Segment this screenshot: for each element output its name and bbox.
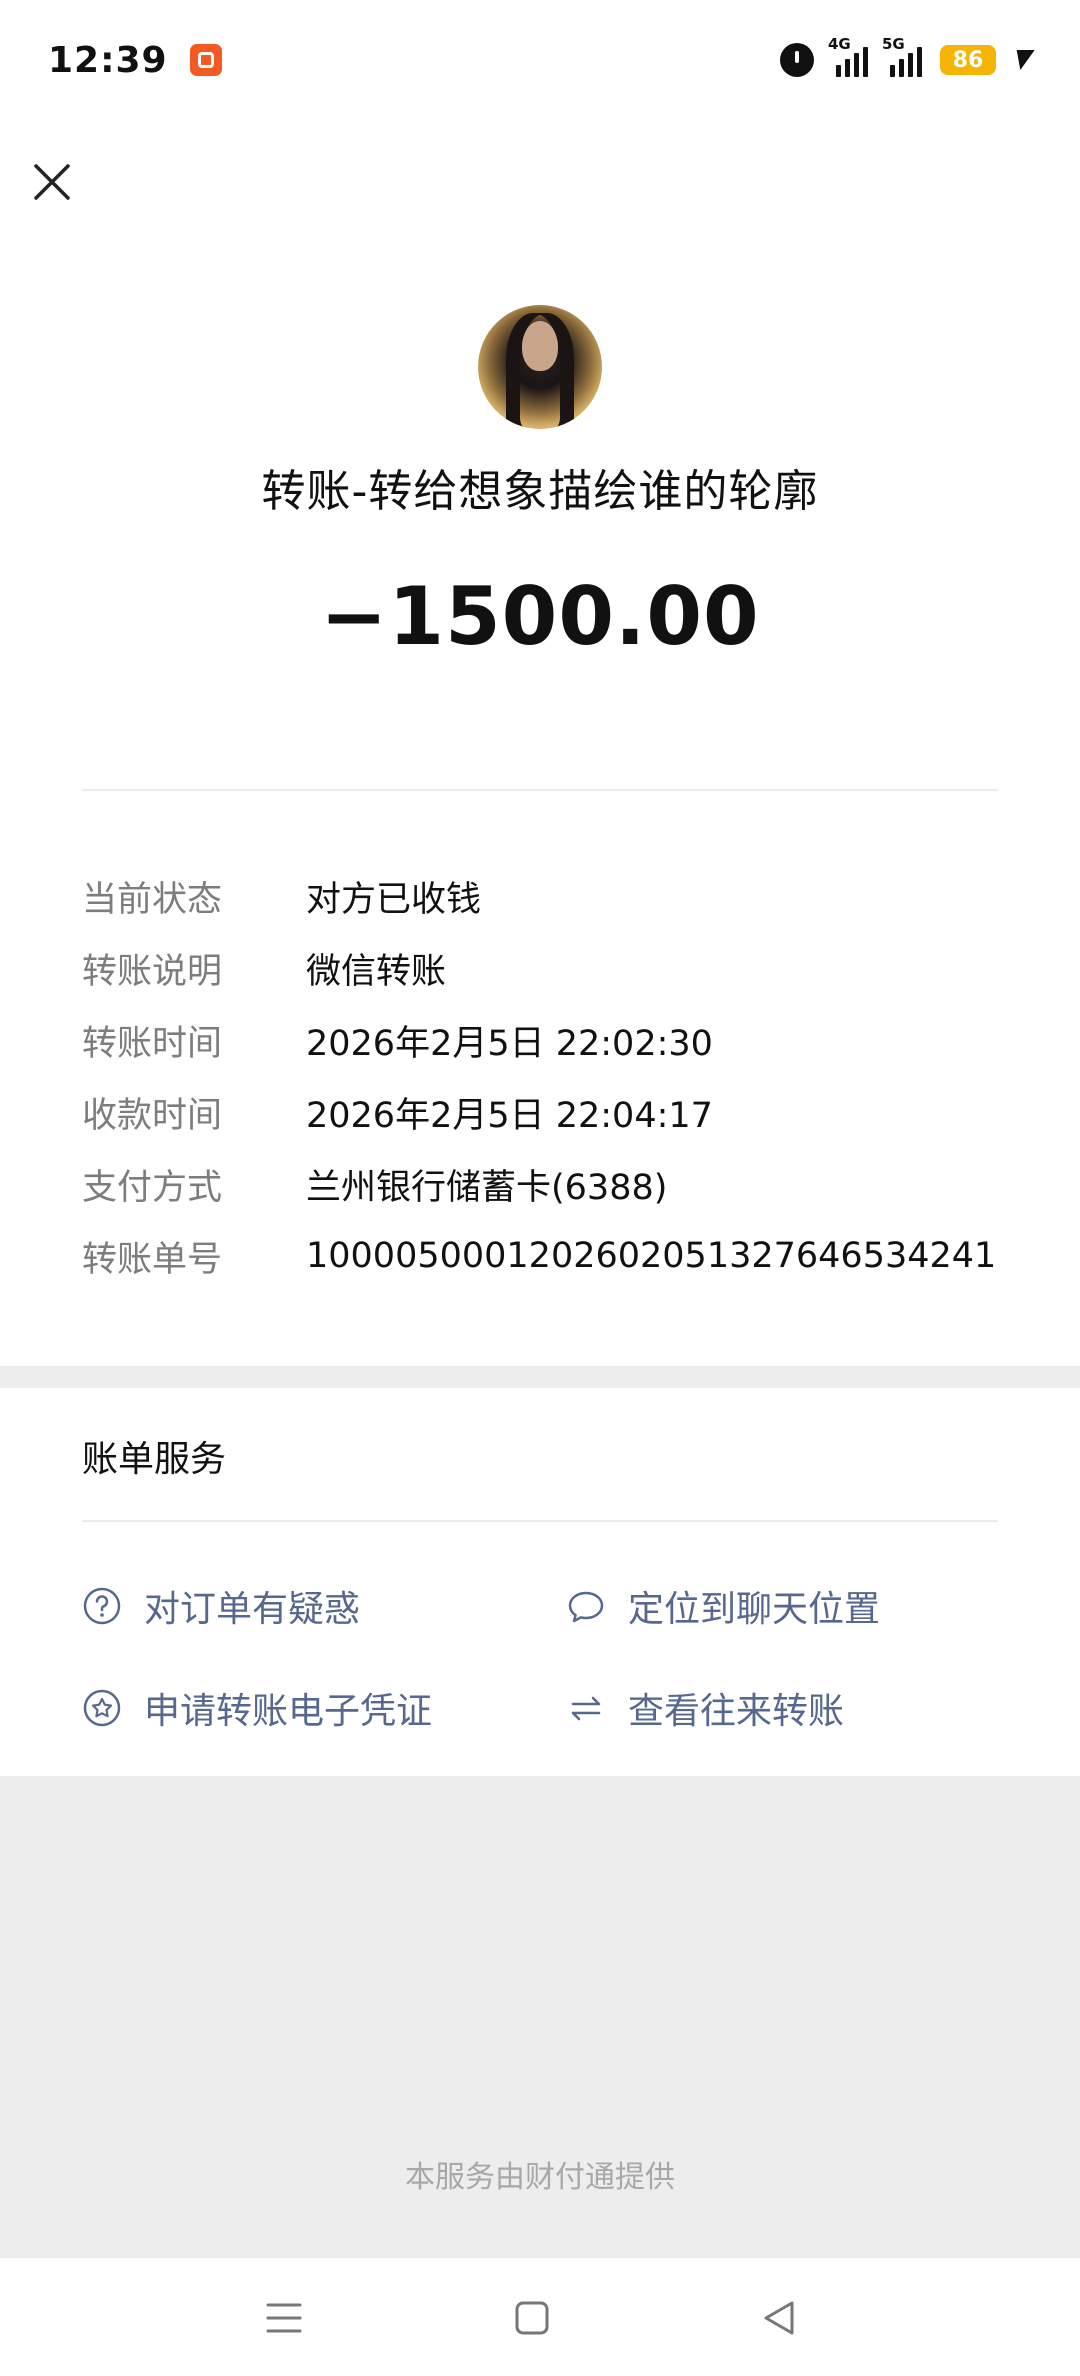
- transaction-title: 转账-转给想象描绘谁的轮廓: [261, 466, 819, 517]
- detail-value: 对方已收钱: [306, 879, 482, 920]
- transaction-card: 转账-转给想象描绘谁的轮廓 −1500.00 当前状态 对方已收钱 转账说明 微…: [0, 120, 1080, 1366]
- divider: [82, 1520, 998, 1522]
- section-gap: [0, 1366, 1080, 1388]
- recent-apps-button[interactable]: [254, 2288, 314, 2348]
- close-icon: [34, 164, 70, 200]
- detail-row-order-number: 转账单号 100005000120260205132764653424​1: [82, 1220, 998, 1292]
- svc-label: 申请转账电子凭证: [144, 1691, 433, 1732]
- signal-5g-icon: 5G: [882, 35, 922, 77]
- detail-value: 2026年2月5日 22:02:30: [306, 1023, 713, 1064]
- divider: [82, 789, 998, 791]
- svc-label: 查看往来转账: [628, 1691, 845, 1732]
- home-square-icon: [515, 2301, 549, 2335]
- order-question-link[interactable]: 对订单有疑惑: [82, 1580, 360, 1632]
- detail-list: 当前状态 对方已收钱 转账说明 微信转账 转账时间 2026年2月5日 22:0…: [82, 860, 998, 1292]
- detail-value: 2026年2月5日 22:04:17: [306, 1095, 713, 1136]
- battery-icon: 86: [940, 45, 996, 75]
- recipient-avatar: [478, 305, 602, 429]
- status-right: 4G 5G 86: [780, 35, 1035, 77]
- detail-label: 当前状态: [82, 879, 223, 920]
- detail-value: 兰州银行储蓄卡(6388): [306, 1167, 668, 1208]
- menu-icon: [266, 2303, 302, 2333]
- close-button[interactable]: [26, 156, 78, 208]
- home-button[interactable]: [502, 2288, 562, 2348]
- chat-bubble-icon: [566, 1586, 606, 1626]
- locate-chat-link[interactable]: 定位到聊天位置: [566, 1580, 880, 1632]
- swap-arrows-icon: [566, 1688, 606, 1728]
- alarm-icon: [780, 43, 814, 77]
- status-time: 12:39: [48, 39, 168, 81]
- net-5g-label: 5G: [882, 35, 905, 53]
- provider-footer: 本服务由财付通提供: [405, 2160, 675, 2195]
- svc-label: 定位到聊天位置: [628, 1589, 881, 1630]
- signal-4g-icon: 4G: [828, 35, 868, 77]
- svc-label: 对订单有疑惑: [144, 1589, 361, 1630]
- back-button[interactable]: [750, 2288, 810, 2348]
- bill-detail-page: 12:39 4G 5G 86 转账-转给想象描绘谁的轮廓 −1500.00 当前…: [0, 0, 1080, 2376]
- star-circle-icon: [82, 1688, 122, 1728]
- detail-label: 支付方式: [82, 1167, 223, 1208]
- app-badge-icon: [189, 44, 222, 76]
- detail-row-payment-method: 支付方式 兰州银行储蓄卡(6388): [82, 1148, 998, 1220]
- charging-bolt-icon: [1011, 50, 1035, 70]
- detail-row-note: 转账说明 微信转账: [82, 932, 998, 1004]
- detail-label: 转账时间: [82, 1023, 223, 1064]
- transaction-amount: −1500.00: [320, 570, 760, 663]
- detail-label: 收款时间: [82, 1095, 223, 1136]
- bill-services-card: 账单服务 对订单有疑惑 定位到聊天位置 申请转账电子凭证 查看往来转账: [0, 1388, 1080, 1776]
- net-4g-label: 4G: [828, 35, 851, 53]
- question-circle-icon: [82, 1586, 122, 1626]
- detail-row-transfer-time: 转账时间 2026年2月5日 22:02:30: [82, 1004, 998, 1076]
- detail-row-receive-time: 收款时间 2026年2月5日 22:04:17: [82, 1076, 998, 1148]
- detail-value: 微信转账: [306, 951, 447, 992]
- detail-label: 转账单号: [82, 1239, 223, 1280]
- status-left: 12:39: [48, 40, 222, 81]
- detail-value[interactable]: 100005000120260205132764653424​1: [306, 1236, 996, 1276]
- e-voucher-link[interactable]: 申请转账电子凭证: [82, 1682, 432, 1734]
- system-nav-bar: [0, 2258, 1080, 2376]
- services-title: 账单服务: [82, 1439, 227, 1480]
- transfer-history-link[interactable]: 查看往来转账: [566, 1682, 844, 1734]
- status-bar: 12:39 4G 5G 86: [0, 0, 1080, 120]
- back-triangle-icon: [764, 2301, 794, 2335]
- detail-row-status: 当前状态 对方已收钱: [82, 860, 998, 932]
- detail-label: 转账说明: [82, 951, 223, 992]
